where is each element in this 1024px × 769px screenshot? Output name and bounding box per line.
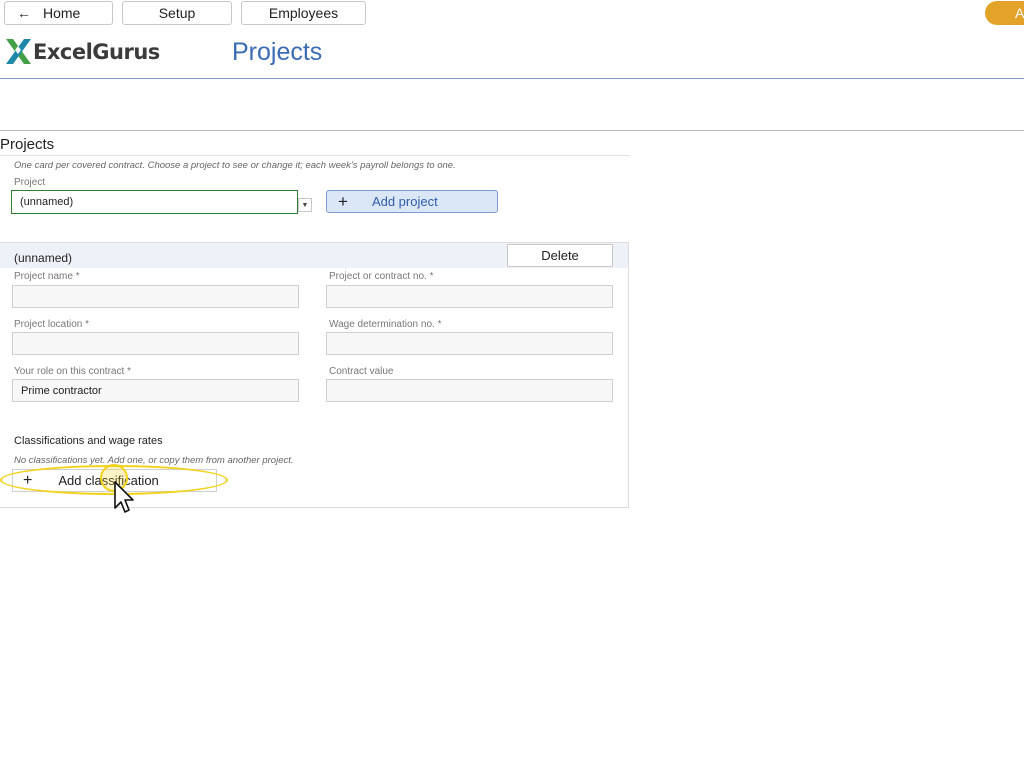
project-name-input[interactable]: [12, 285, 299, 308]
employees-button-label: Employees: [268, 5, 339, 21]
back-arrow-icon: ←: [17, 5, 31, 21]
setup-button[interactable]: Setup: [122, 1, 232, 25]
project-card-title: (unnamed): [14, 251, 73, 265]
project-label: Project: [14, 177, 46, 188]
project-location-label: Project location *: [14, 319, 90, 330]
toolbar-divider: [0, 130, 1024, 131]
wage-determination-label: Wage determination no. *: [329, 319, 442, 330]
role-input[interactable]: Prime contractor: [12, 379, 299, 402]
brand-name: ExcelGurus: [33, 39, 160, 64]
header-divider: [0, 78, 1024, 79]
account-tab[interactable]: A: [985, 1, 1024, 25]
excelgurus-logo: ExcelGurus: [5, 38, 160, 65]
delete-button-label: Delete: [541, 248, 579, 263]
contract-value-label: Contract value: [329, 366, 394, 377]
classifications-heading: Classifications and wage rates: [14, 435, 163, 447]
account-tab-label: A: [1015, 5, 1024, 21]
plus-icon: +: [338, 191, 348, 211]
projects-helper-text: One card per covered contract. Choose a …: [14, 160, 456, 171]
role-label: Your role on this contract *: [14, 366, 131, 377]
home-button-label: Home: [43, 5, 81, 21]
contract-no-input[interactable]: [326, 285, 613, 308]
wage-determination-input[interactable]: [326, 332, 613, 355]
add-classification-label: Add classification: [58, 473, 159, 488]
home-button[interactable]: ← Home: [4, 1, 113, 25]
role-value: Prime contractor: [21, 384, 102, 397]
contract-value-input[interactable]: [326, 379, 613, 402]
setup-button-label: Setup: [158, 5, 196, 21]
project-location-input[interactable]: [12, 332, 299, 355]
employees-button[interactable]: Employees: [241, 1, 366, 25]
project-select[interactable]: (unnamed): [11, 190, 298, 214]
project-name-label: Project name *: [14, 271, 80, 282]
contract-no-label: Project or contract no. *: [329, 271, 434, 282]
classifications-empty-text: No classifications yet. Add one, or copy…: [14, 455, 294, 466]
section-divider: [0, 155, 630, 156]
add-project-label: Add project: [371, 194, 438, 209]
project-select-value: (unnamed): [20, 196, 74, 208]
projects-section-title: Projects: [0, 136, 55, 153]
plus-icon: +: [23, 471, 33, 489]
chevron-down-icon[interactable]: ▼: [298, 198, 312, 212]
delete-project-button[interactable]: Delete: [507, 244, 613, 267]
add-project-button[interactable]: + Add project: [326, 190, 498, 213]
page-title: Projects: [232, 38, 323, 66]
excelgurus-logo-icon: [6, 39, 31, 64]
add-classification-button[interactable]: + Add classification: [12, 469, 217, 492]
